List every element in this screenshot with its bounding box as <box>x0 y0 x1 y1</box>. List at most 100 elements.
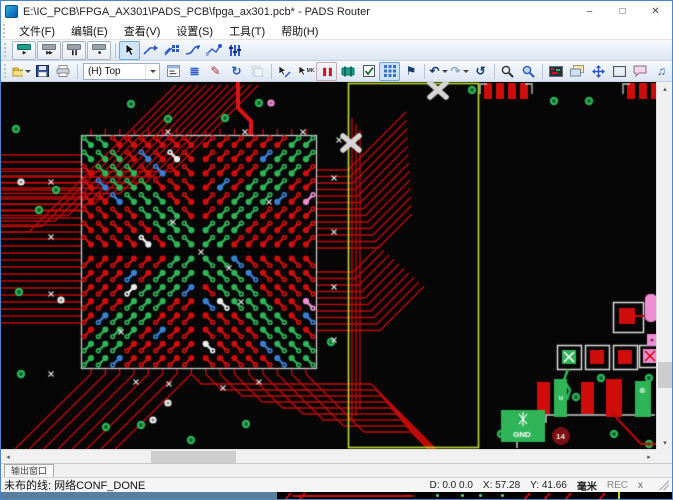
netlist-button[interactable]: ≣ <box>184 62 205 81</box>
play-icon: ▶ <box>23 50 26 56</box>
status-units[interactable]: 毫米 <box>577 478 597 493</box>
window-title: E:\IC_PCB\FPGA_AX301\PADS_PCB\fpga_ax301… <box>23 6 573 18</box>
sliver-taskbar-fragment <box>1 492 277 499</box>
sliver-via <box>501 494 504 497</box>
cursor-route-button[interactable] <box>274 62 295 81</box>
sliver-trace <box>598 492 605 499</box>
sliver-via <box>461 494 464 497</box>
save-button[interactable] <box>32 62 53 81</box>
route-interactive-icon <box>143 44 159 56</box>
zoom-button[interactable] <box>497 62 518 81</box>
pause-routing-button[interactable]: ❚❚ <box>316 62 337 81</box>
menu-bar: 文件(F) 编辑(E) 查看(V) 设置(S) 工具(T) 帮助(H) <box>1 22 672 40</box>
print-button[interactable] <box>53 62 74 81</box>
status-bar: 未布的线: 网络CONF_DONE D: 0.0 0.0 X: 57.28 Y:… <box>1 477 672 492</box>
vertical-scroll-thumb[interactable] <box>658 362 672 388</box>
vertical-scrollbar[interactable]: ▴ ▾ <box>656 82 672 449</box>
status-message: 未布的线: 网络CONF_DONE <box>4 477 145 493</box>
checkbox-check-icon <box>363 65 375 77</box>
menu-tools[interactable]: 工具(T) <box>221 22 273 40</box>
status-suffix: x <box>638 480 643 491</box>
layer-selector[interactable]: (H) Top <box>83 63 160 80</box>
open-button[interactable] <box>11 62 32 81</box>
autoroute-stop-button[interactable]: ■ <box>87 41 111 60</box>
sliver-via <box>436 494 439 497</box>
cursor-arrow-icon <box>124 43 136 57</box>
cursor-mk-button[interactable]: MK <box>295 62 316 81</box>
separator <box>77 64 78 79</box>
menu-edit[interactable]: 编辑(E) <box>63 22 116 40</box>
close-button[interactable]: ✕ <box>639 1 672 22</box>
flag-button[interactable]: ⚑ <box>400 62 421 81</box>
autoroute-play-button[interactable]: ▶ <box>12 41 36 60</box>
docked-tab-row: 输出窗口 <box>1 463 672 477</box>
separator <box>542 64 543 79</box>
tooltip-button[interactable] <box>630 62 651 81</box>
maximize-button[interactable]: □ <box>606 1 639 22</box>
horizontal-scrollbar[interactable]: ◂ ▸ <box>1 449 656 463</box>
pcb-canvas[interactable] <box>1 82 656 449</box>
route-sketch-button[interactable] <box>203 41 224 60</box>
open-caret-icon <box>25 70 31 73</box>
autoroute-pause-button[interactable]: ❚❚ <box>62 41 86 60</box>
undo-caret-icon <box>442 70 448 73</box>
check-rules-button[interactable] <box>358 62 379 81</box>
scroll-left-icon[interactable]: ◂ <box>1 450 15 464</box>
magnifier-icon <box>501 65 514 78</box>
horizontal-scroll-thumb[interactable] <box>151 451 236 463</box>
minimize-button[interactable]: – <box>573 1 606 22</box>
status-y: Y: 41.66 <box>530 480 567 491</box>
sliver-outline <box>618 492 620 499</box>
menu-file[interactable]: 文件(F) <box>11 22 63 40</box>
menu-setup[interactable]: 设置(S) <box>168 22 221 40</box>
resize-grip[interactable] <box>659 480 669 490</box>
floppy-icon <box>36 65 49 77</box>
zoom-area-button[interactable] <box>518 62 539 81</box>
grid-button[interactable] <box>379 62 400 81</box>
route-options-button[interactable] <box>224 41 245 60</box>
sliver-trace <box>543 492 550 499</box>
printer-icon <box>56 65 70 77</box>
redo-caret-icon <box>463 70 469 73</box>
component-button[interactable] <box>337 62 358 81</box>
properties-button[interactable] <box>163 62 184 81</box>
sliver-via <box>479 494 482 497</box>
bottom-window-sliver <box>1 492 672 499</box>
log-button[interactable]: ♫ <box>651 62 672 81</box>
output-window-tab[interactable]: 输出窗口 <box>4 464 54 477</box>
board-view-button[interactable] <box>546 62 567 81</box>
separator <box>271 64 272 79</box>
scroll-right-icon[interactable]: ▸ <box>642 450 656 464</box>
refresh-button[interactable]: ↻ <box>226 62 247 81</box>
route-bus-button[interactable] <box>161 41 182 60</box>
undo-button[interactable]: ↶ <box>428 62 449 81</box>
menu-view[interactable]: 查看(V) <box>116 22 169 40</box>
rotate-button[interactable]: ↺ <box>470 62 491 81</box>
paste-button-disabled <box>247 62 268 81</box>
menu-help[interactable]: 帮助(H) <box>273 22 326 40</box>
pads-router-window: E:\IC_PCB\FPGA_AX301\PADS_PCB\fpga_ax301… <box>0 0 673 500</box>
layers-icon <box>570 65 584 77</box>
properties-icon <box>167 65 180 77</box>
toolbar-routing: ▶ ▶▶ ❚❚ ■ <box>1 40 672 61</box>
board-outline-icon <box>613 66 626 77</box>
layers-button[interactable] <box>567 62 588 81</box>
toolbar1-grip <box>4 43 9 57</box>
cursor-mk-icon <box>298 65 307 77</box>
scroll-down-icon[interactable]: ▾ <box>657 436 673 449</box>
board-outline-button[interactable] <box>609 62 630 81</box>
rotate-icon: ↺ <box>475 65 485 77</box>
stop-icon: ■ <box>98 50 100 56</box>
pan-cross-icon <box>592 65 605 78</box>
scroll-up-icon[interactable]: ▴ <box>657 82 673 95</box>
route-interactive-button[interactable] <box>140 41 161 60</box>
autoroute-step-button[interactable]: ▶▶ <box>37 41 61 60</box>
route-dynamic-button[interactable] <box>182 41 203 60</box>
status-x: X: 57.28 <box>483 480 520 491</box>
route-dynamic-icon <box>185 44 201 56</box>
title-bar: E:\IC_PCB\FPGA_AX301\PADS_PCB\fpga_ax301… <box>1 1 672 22</box>
verify-button[interactable]: ✎ <box>205 62 226 81</box>
select-mode-button[interactable] <box>119 41 140 60</box>
pan-button[interactable] <box>588 62 609 81</box>
redo-button[interactable]: ↷ <box>449 62 470 81</box>
